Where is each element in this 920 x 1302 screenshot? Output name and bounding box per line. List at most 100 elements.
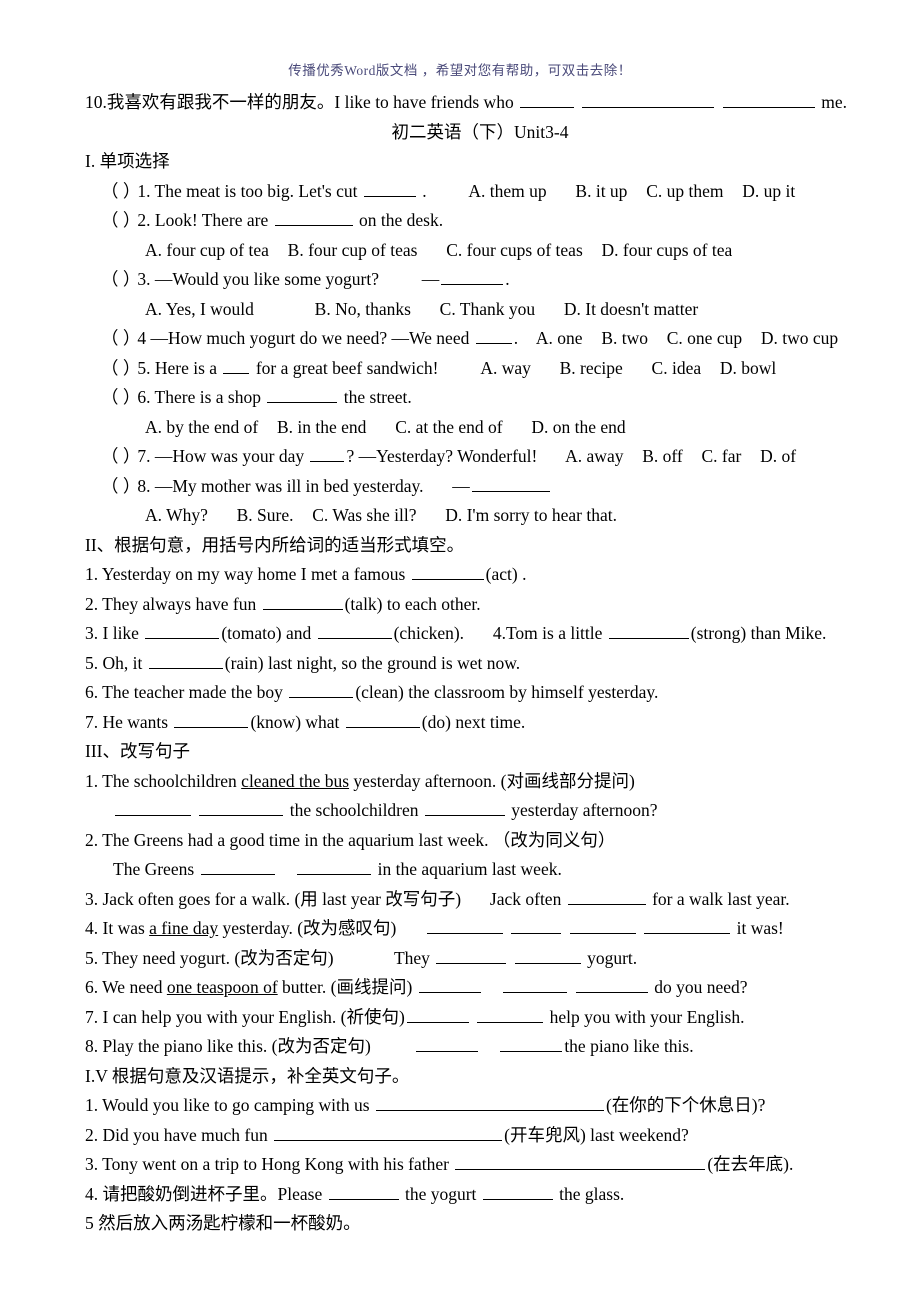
- answer-paren[interactable]: （ ）: [101, 324, 140, 354]
- answer-paren[interactable]: （ ）: [101, 206, 140, 236]
- blank-line: [297, 858, 372, 875]
- option-a[interactable]: A. them up: [468, 181, 546, 201]
- option-c[interactable]: C. four cups of teas: [446, 240, 583, 260]
- document-page: 传播优秀Word版文档 ，希望对您有帮助，可双击去除！ 10.我喜欢有跟我不一样…: [0, 0, 920, 1302]
- option-d[interactable]: D. on the end: [531, 417, 625, 437]
- blank-line: [441, 268, 504, 285]
- option-d[interactable]: D. up it: [742, 181, 795, 201]
- question-stem-end: for a great beef sandwich!: [255, 357, 439, 378]
- question-dash: —: [452, 475, 470, 496]
- section2-item-1: 1. Yesterday on my way home I met a famo…: [85, 560, 875, 590]
- blank-line: [582, 91, 715, 108]
- section3-item-1-answer: the schoolchildren yesterday afternoon?: [85, 796, 875, 826]
- option-d[interactable]: D. four cups of tea: [602, 240, 733, 260]
- blank-line: [145, 622, 220, 639]
- answer-text: The Greens: [113, 859, 195, 879]
- option-d[interactable]: D. I'm sorry to hear that.: [445, 505, 617, 525]
- option-c[interactable]: C. up them: [646, 181, 723, 201]
- underlined-phrase: one teaspoon of: [166, 977, 278, 997]
- question-7: （ ） 7. —How was your day ? —Yesterday? W…: [85, 442, 875, 472]
- answer-paren[interactable]: （ ）: [101, 442, 140, 472]
- blank-line: [500, 1035, 563, 1052]
- item-text: 2. Did you have much fun: [85, 1124, 268, 1145]
- question-stem-end: ? —Yesterday? Wonderful!: [346, 446, 538, 466]
- item-hint: (talk) to each other.: [344, 593, 481, 614]
- option-b[interactable]: B. it up: [575, 181, 627, 201]
- blank-line: [520, 91, 575, 108]
- question-5: （ ） 5. Here is a for a great beef sandwi…: [85, 354, 875, 384]
- option-d[interactable]: D. It doesn't matter: [564, 299, 698, 319]
- option-c[interactable]: C. one cup: [667, 328, 742, 348]
- option-a[interactable]: A. away: [565, 446, 623, 466]
- document-body: 10.我喜欢有跟我不一样的朋友。I like to have friends w…: [85, 88, 875, 1239]
- option-a[interactable]: A. Yes, I would: [145, 299, 254, 319]
- carryover-prefix: 10.我喜欢有跟我不一样的朋友。I like to have friends w…: [85, 92, 514, 112]
- answer-paren[interactable]: （ ）: [101, 472, 140, 502]
- question-stem-end: .: [422, 180, 427, 201]
- blank-line: [223, 357, 250, 374]
- question-6-options: A. by the end of B. in the end C. at the…: [85, 413, 875, 443]
- section3-item-2-answer: The Greens in the aquarium last week.: [85, 855, 875, 885]
- option-b[interactable]: B. recipe: [560, 358, 623, 378]
- option-a[interactable]: A. way: [480, 358, 531, 378]
- item-hint: yesterday afternoon. (对画线部分提问): [349, 770, 635, 791]
- item-text: 3. Tony went on a trip to Hong Kong with…: [85, 1154, 449, 1174]
- carryover-suffix: me.: [821, 92, 847, 112]
- blank-line: [567, 888, 646, 905]
- item-hint: (do) next time.: [421, 711, 526, 732]
- blank-line: [262, 593, 343, 610]
- answer-paren[interactable]: （ ）: [101, 177, 140, 207]
- option-d[interactable]: D. two cup: [761, 328, 838, 348]
- item-text: 1. Would you like to go camping with us: [85, 1095, 370, 1115]
- option-c[interactable]: C. far: [701, 446, 741, 466]
- section2-item-7: 7. He wants (know) what (do) next time.: [85, 708, 875, 738]
- blank-line: [436, 947, 507, 964]
- option-b[interactable]: B. two: [601, 328, 648, 348]
- section-3-heading: III、改写句子: [85, 741, 190, 761]
- blank-line: [363, 180, 416, 197]
- option-d[interactable]: D. bowl: [720, 358, 776, 378]
- section3-item-5: 5. They need yogurt. (改为否定句) They yogurt…: [85, 944, 875, 974]
- option-c[interactable]: C. at the end of: [395, 417, 502, 437]
- blank-line: [415, 1035, 478, 1052]
- option-b[interactable]: B. four cup of teas: [288, 240, 418, 260]
- option-a[interactable]: A. by the end of: [145, 417, 258, 437]
- item-text: 7. I can help you with your English. (祈使…: [85, 1006, 405, 1027]
- blank-line: [274, 1124, 503, 1141]
- blank-line: [424, 799, 505, 816]
- option-a[interactable]: A. four cup of tea: [145, 240, 269, 260]
- option-b[interactable]: B. Sure.: [237, 505, 294, 525]
- item-text: 4. It was: [85, 918, 150, 938]
- answer-text: the schoolchildren: [289, 800, 419, 820]
- option-a[interactable]: A. one: [536, 328, 583, 348]
- option-d[interactable]: D. of: [760, 446, 796, 466]
- item-text: 4.Tom is a little: [492, 623, 603, 643]
- option-b[interactable]: B. in the end: [277, 417, 366, 437]
- item-hint: (开车兜风) last weekend?: [504, 1124, 689, 1145]
- option-a[interactable]: A. Why?: [145, 505, 208, 525]
- answer-paren[interactable]: （ ）: [101, 383, 140, 413]
- option-c[interactable]: C. Thank you: [440, 299, 535, 319]
- answer-paren[interactable]: （ ）: [101, 354, 140, 384]
- item-hint: butter. (画线提问): [277, 977, 413, 997]
- item-text: 3. Jack often goes for a walk. (用 last y…: [85, 888, 462, 909]
- option-c[interactable]: C. Was she ill?: [312, 505, 416, 525]
- section3-item-7: 7. I can help you with your English. (祈使…: [85, 1003, 875, 1033]
- answer-text-end: do you need?: [654, 977, 748, 997]
- question-4: （ ） 4 —How much yogurt do we need? —We n…: [85, 324, 875, 354]
- item-hint: (chicken).: [393, 623, 465, 643]
- blank-line: [511, 917, 562, 934]
- answer-text-end: in the aquarium last week.: [377, 859, 562, 879]
- answer-text-end: the piano like this.: [564, 1036, 694, 1056]
- blank-line: [471, 475, 550, 492]
- option-b[interactable]: B. No, thanks: [315, 299, 411, 319]
- answer-paren[interactable]: （ ）: [101, 265, 140, 295]
- blank-line: [328, 1183, 399, 1200]
- option-b[interactable]: B. off: [642, 446, 683, 466]
- blank-line: [289, 681, 354, 698]
- question-2-options: A. four cup of tea B. four cup of teas C…: [85, 236, 875, 266]
- blank-line: [148, 652, 223, 669]
- option-c[interactable]: C. idea: [652, 358, 702, 378]
- answer-text-end: help you with your English.: [549, 1006, 745, 1027]
- answer-text-end: yesterday afternoon?: [511, 800, 658, 820]
